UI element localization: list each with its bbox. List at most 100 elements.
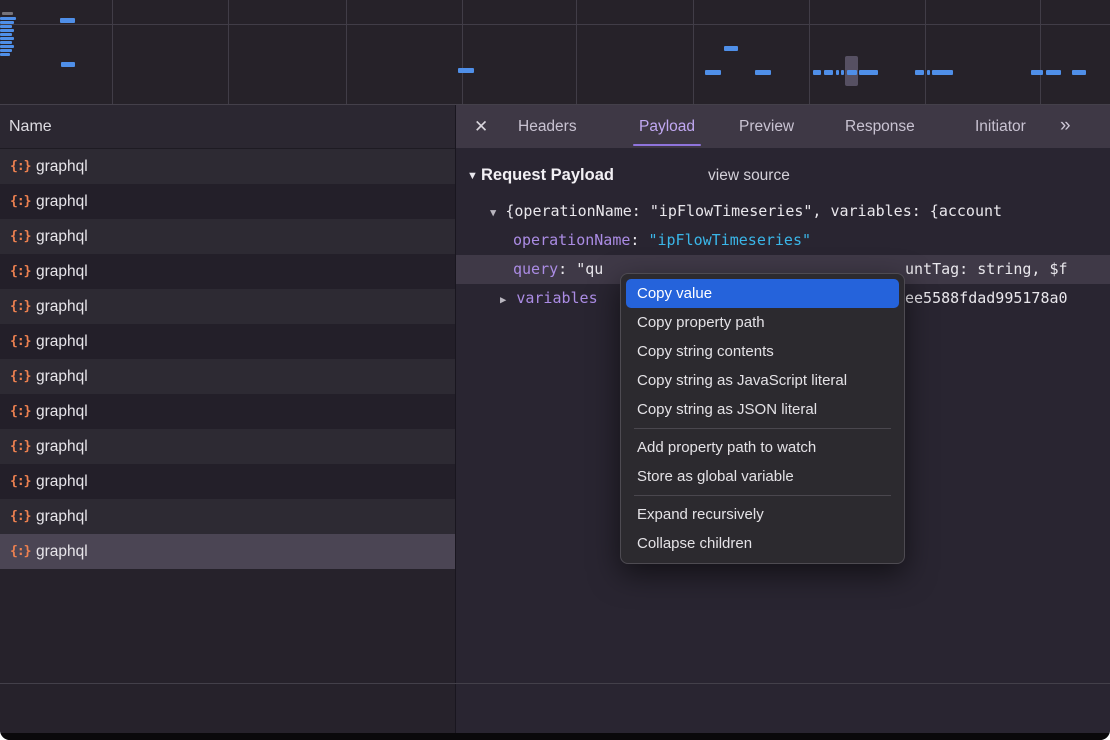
menu-item-collapse-children[interactable]: Collapse children [621,529,904,558]
fetch-request-icon: {:} [0,159,36,174]
request-row[interactable]: {:}graphql [0,359,455,394]
request-row[interactable]: {:}graphql [0,464,455,499]
waterfall-request-bar[interactable] [0,45,14,48]
waterfall-request-bar[interactable] [813,70,821,75]
tab-response[interactable]: Response [845,105,915,148]
key-value-separator: : [630,231,648,249]
menu-item-add-property-path-to-watch[interactable]: Add property path to watch [621,433,904,462]
fetch-request-icon: {:} [0,509,36,524]
waterfall-request-bar[interactable] [0,21,14,24]
view-source-link[interactable]: view source [708,167,790,185]
waterfall-request-bar[interactable] [1072,70,1086,75]
key-value-separator: : [558,260,576,278]
property-value-start: "qu [576,260,603,278]
payload-root-preview: {operationName: "ipFlowTimeseries", vari… [505,202,1002,220]
name-column-header[interactable]: Name [0,105,455,149]
tab-headers[interactable]: Headers [518,105,577,148]
menu-item-expand-recursively[interactable]: Expand recursively [621,500,904,529]
more-tabs-icon[interactable]: » [1060,105,1069,148]
waterfall-request-bar[interactable] [458,68,474,73]
waterfall-gridline [925,0,926,104]
request-row[interactable]: {:}graphql [0,289,455,324]
menu-item-copy-value[interactable]: Copy value [626,279,899,308]
pane-divider[interactable] [455,105,456,733]
waterfall-request-bar[interactable] [60,18,75,23]
tab-initiator[interactable]: Initiator [975,105,1026,148]
context-menu: Copy valueCopy property pathCopy string … [620,273,905,564]
waterfall-request-bar[interactable] [0,33,12,36]
menu-item-copy-string-as-json-literal[interactable]: Copy string as JSON literal [621,395,904,424]
property-value-fragment: untTag: string, $f [905,255,1068,284]
waterfall-request-bar[interactable] [0,25,12,28]
waterfall-request-bar[interactable] [724,46,738,51]
request-row[interactable]: {:}graphql [0,534,455,569]
waterfall-request-bar[interactable] [0,49,12,52]
expanded-arrow-icon[interactable]: ▼ [490,199,496,228]
waterfall-request-bar[interactable] [847,70,857,75]
waterfall-request-bar[interactable] [0,53,10,56]
waterfall-request-bar[interactable] [0,29,14,32]
waterfall-request-bar[interactable] [705,70,721,75]
menu-item-copy-property-path[interactable]: Copy property path [621,308,904,337]
menu-item-copy-string-contents[interactable]: Copy string contents [621,337,904,366]
request-row[interactable]: {:}graphql [0,219,455,254]
menu-item-store-as-global-variable[interactable]: Store as global variable [621,462,904,491]
window-bottom-edge [0,733,1110,740]
fetch-request-icon: {:} [0,194,36,209]
details-tab-bar: ✕ Headers Payload Preview Response Initiator… [456,105,1110,148]
fetch-request-icon: {:} [0,229,36,244]
request-row[interactable]: {:}graphql [0,499,455,534]
waterfall-request-bar[interactable] [755,70,771,75]
fetch-request-icon: {:} [0,544,36,559]
fetch-request-icon: {:} [0,439,36,454]
menu-item-copy-string-as-javascript-literal[interactable]: Copy string as JavaScript literal [621,366,904,395]
waterfall-request-bar[interactable] [1046,70,1061,75]
request-payload-section-header[interactable]: ▼ Request Payload view source [456,166,1110,190]
waterfall-gridline [809,0,810,104]
section-expanded-icon[interactable]: ▼ [467,170,478,182]
request-row[interactable]: {:}graphql [0,394,455,429]
waterfall-request-bar[interactable] [824,70,833,75]
menu-separator [634,495,891,496]
waterfall-request-bar[interactable] [927,70,930,75]
waterfall-gridline [228,0,229,104]
request-name: graphql [36,228,88,246]
waterfall-request-bar[interactable] [915,70,924,75]
request-name: graphql [36,508,88,526]
waterfall-gridline-horizontal [0,24,1110,25]
request-row[interactable]: {:}graphql [0,184,455,219]
waterfall-request-bar[interactable] [2,12,13,15]
request-row[interactable]: {:}graphql [0,324,455,359]
request-name: graphql [36,333,88,351]
property-value-string: "ipFlowTimeseries" [648,231,811,249]
waterfall-gridline [462,0,463,104]
waterfall-gridline [1040,0,1041,104]
devtools-network-panel: Name {:}graphql{:}graphql{:}graphql{:}gr… [0,0,1110,740]
waterfall-request-bar[interactable] [859,70,878,75]
request-name: graphql [36,263,88,281]
network-overview-waterfall[interactable] [0,0,1110,105]
waterfall-request-bar[interactable] [0,17,16,20]
property-key: query [513,260,558,278]
waterfall-request-bar[interactable] [0,41,12,44]
tab-preview[interactable]: Preview [739,105,794,148]
request-row[interactable]: {:}graphql [0,149,455,184]
waterfall-request-bar[interactable] [61,62,75,67]
waterfall-gridline [576,0,577,104]
payload-row-operationname[interactable]: operationName: "ipFlowTimeseries" [456,226,1110,255]
request-row[interactable]: {:}graphql [0,254,455,289]
waterfall-gridline [112,0,113,104]
tab-payload[interactable]: Payload [639,105,695,148]
request-name: graphql [36,193,88,211]
waterfall-request-bar[interactable] [836,70,839,75]
summary-divider [0,683,1110,684]
request-name: graphql [36,298,88,316]
waterfall-request-bar[interactable] [0,37,14,40]
waterfall-request-bar[interactable] [932,70,953,75]
close-icon[interactable]: ✕ [474,105,488,148]
waterfall-request-bar[interactable] [841,70,844,75]
request-row[interactable]: {:}graphql [0,429,455,464]
request-name: graphql [36,438,88,456]
waterfall-request-bar[interactable] [1031,70,1043,75]
payload-root-row[interactable]: ▼ {operationName: "ipFlowTimeseries", va… [456,197,1110,226]
